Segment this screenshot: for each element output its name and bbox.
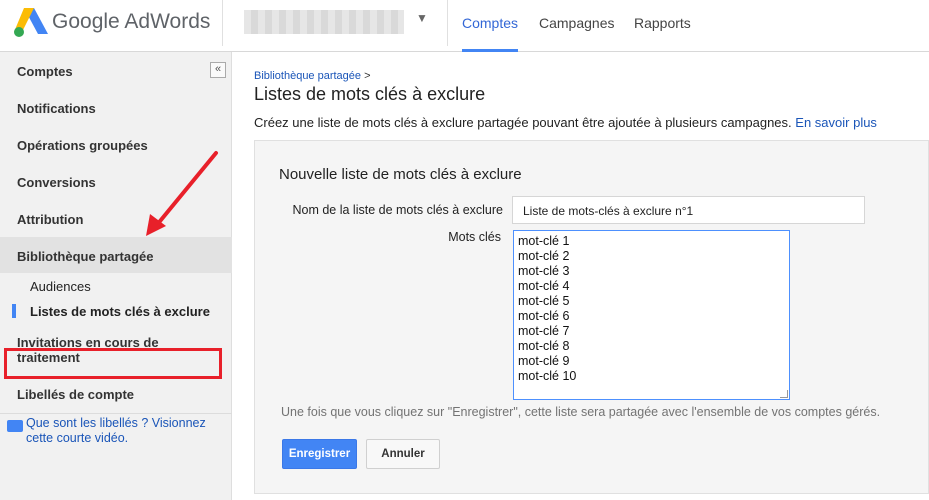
sidebar-item-bibliotheque[interactable]: Bibliothèque partagée [17,249,154,264]
resize-handle-icon[interactable] [780,390,788,398]
sidebar-item-conversions[interactable]: Conversions [17,175,96,190]
red-arrow-icon [146,151,218,236]
keyword-line: mot-clé 4 [518,279,570,293]
top-header: Google AdWords ▼ Comptes Campagnes Rappo… [0,0,929,52]
keyword-line: mot-clé 6 [518,309,570,323]
breadcrumb: Bibliothèque partagée > [254,70,371,82]
keyword-line: mot-clé 1 [518,234,570,248]
sidebar: « Comptes Notifications Opérations group… [0,52,232,500]
keywords-label: Mots clés [448,230,501,244]
keyword-line: mot-clé 9 [518,354,570,368]
sidebar-item-comptes[interactable]: Comptes [17,64,73,79]
account-selector[interactable] [244,10,404,34]
cancel-button[interactable]: Annuler [366,439,440,469]
page-title: Listes de mots clés à exclure [254,84,486,104]
breadcrumb-separator: > [364,70,371,82]
new-list-panel: Nouvelle liste de mots clés à exclure No… [254,140,929,494]
help-video-link[interactable]: Que sont les libellés ? Visionnez cette … [26,416,226,446]
breadcrumb-link[interactable]: Bibliothèque partagée [254,70,361,82]
header-divider [222,0,223,46]
tab-campagnes[interactable]: Campagnes [539,15,615,52]
intro-text: Créez une liste de mots clés à exclure p… [254,115,877,130]
keyword-line: mot-clé 7 [518,324,570,338]
sidebar-subitem-negative-lists[interactable]: Listes de mots clés à exclure [30,304,210,319]
tab-rapports[interactable]: Rapports [634,15,691,52]
intro-description: Créez une liste de mots clés à exclure p… [254,115,792,130]
tab-comptes[interactable]: Comptes [462,15,519,52]
sidebar-item-attribution[interactable]: Attribution [17,212,83,227]
active-indicator [12,304,16,318]
keyword-line: mot-clé 5 [518,294,570,308]
keyword-line: mot-clé 10 [518,369,577,383]
sidebar-divider [0,413,232,414]
panel-title: Nouvelle liste de mots clés à exclure [279,166,522,183]
list-name-label: Nom de la liste de mots clés à exclure [292,203,503,217]
sidebar-item-operations[interactable]: Opérations groupées [17,138,148,153]
header-divider [447,0,448,46]
share-note: Une fois que vous cliquez sur "Enregistr… [281,405,881,419]
collapse-sidebar-button[interactable]: « [210,62,226,78]
keyword-line: mot-clé 8 [518,339,570,353]
sidebar-item-notifications[interactable]: Notifications [17,101,96,116]
learn-more-link[interactable]: En savoir plus [795,115,877,130]
brand-title: Google AdWords [52,10,211,33]
video-icon [7,420,23,432]
sidebar-item-invitations[interactable]: Invitations en cours de traitement [17,335,217,365]
sidebar-item-libelles[interactable]: Libellés de compte [17,387,134,402]
keywords-textarea[interactable]: mot-clé 1 mot-clé 2 mot-clé 3 mot-clé 4 … [513,230,790,400]
list-name-field[interactable]: Liste de mots-clés à exclure n°1 [512,196,865,224]
keyword-line: mot-clé 3 [518,264,570,278]
keyword-line: mot-clé 2 [518,249,570,263]
adwords-logo-icon [14,8,48,37]
sidebar-subitem-audiences[interactable]: Audiences [30,279,91,294]
save-button[interactable]: Enregistrer [282,439,357,469]
chevron-down-icon[interactable]: ▼ [416,11,428,25]
